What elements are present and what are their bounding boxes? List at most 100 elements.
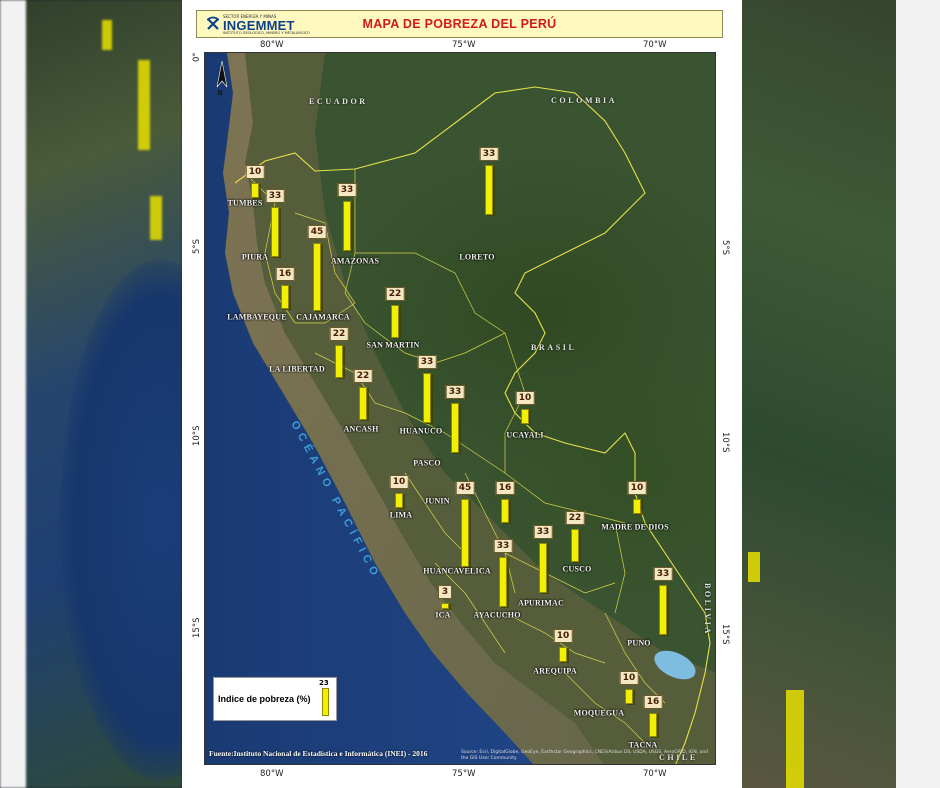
country-label-bolivia: BOLIVIA: [703, 583, 712, 636]
region-label: HUANCAVELICA: [423, 566, 491, 576]
poverty-bar: [633, 499, 641, 515]
axis-right-label: 5°S: [720, 240, 730, 256]
value-tag: 45: [455, 481, 475, 495]
poverty-bar: [423, 373, 431, 424]
value-tag: 22: [565, 511, 585, 525]
region-label: APURIMAC: [517, 598, 565, 608]
value-tag: 16: [275, 267, 295, 281]
country-label-colombia: COLOMBIA: [551, 96, 618, 105]
value-tag: 33: [265, 189, 285, 203]
axis-right-label: 15°S: [720, 624, 730, 645]
map-base: N: [205, 53, 715, 764]
region-label: PASCO: [413, 458, 441, 468]
region-label: AYACUCHO: [473, 610, 521, 620]
axis-left-label: 5°S: [192, 238, 202, 254]
axis-right-label: 10°S: [720, 432, 730, 453]
region-label: AREQUIPA: [533, 666, 577, 676]
map-title: MAPA DE POBREZA DEL PERÚ: [362, 17, 557, 31]
legend-sample-value: 23: [319, 679, 329, 687]
poverty-bar: [451, 403, 459, 454]
axis-left-label: 15°S: [192, 617, 202, 638]
map-sheet: SECTOR ENERGÍA Y MINAS INGEMMET INSTITUT…: [182, 0, 742, 788]
region-label: ICA: [435, 610, 451, 620]
region-label: HUANUCO: [399, 426, 443, 436]
region-label: TACNA: [628, 740, 658, 750]
axis-top-label: 75°W: [452, 40, 476, 50]
poverty-bar: [559, 647, 567, 663]
axis-top-label: 70°W: [643, 40, 667, 50]
axis-bottom-label: 70°W: [643, 769, 667, 779]
poverty-bar: [539, 543, 547, 594]
poverty-bar: [343, 201, 351, 252]
imagery-credits: Source: Esri, DigitalGlobe, GeoEye, Eart…: [461, 750, 709, 761]
value-tag: 16: [495, 481, 515, 495]
poverty-bar: [251, 183, 259, 199]
poverty-bar: [461, 499, 469, 568]
region-label: LIMA: [389, 510, 413, 520]
region-label: MOQUEGUA: [573, 708, 625, 718]
region-label: JUNIN: [424, 496, 450, 506]
region-label: LAMBAYEQUE: [227, 312, 287, 322]
org-subtitle: INSTITUTO GEOLÓGICO, MINERO Y METALÚRGIC…: [223, 31, 310, 35]
poverty-bar: [571, 529, 579, 563]
value-tag: 33: [493, 539, 513, 553]
value-tag: 45: [307, 225, 327, 239]
region-label: LORETO: [459, 252, 495, 262]
value-tag: 22: [385, 287, 405, 301]
legend-bar: [322, 688, 329, 716]
poverty-bar: [281, 285, 289, 310]
poverty-bar: [625, 689, 633, 705]
region-label: CAJAMARCA: [296, 312, 350, 322]
title-banner: SECTOR ENERGÍA Y MINAS INGEMMET INSTITUT…: [196, 10, 723, 38]
value-tag: 22: [353, 369, 373, 383]
value-tag: 33: [653, 567, 673, 581]
poverty-bar: [391, 305, 399, 339]
poverty-bar: [521, 409, 529, 425]
value-tag: 22: [329, 327, 349, 341]
blurred-backdrop-right: [742, 0, 940, 788]
value-tag: 10: [619, 671, 639, 685]
poverty-bar: [501, 499, 509, 524]
region-label: ANCASH: [343, 424, 379, 434]
peru-map: N ECUADOR COLOMBIA BRASIL BOLIVIA CHILE …: [204, 52, 716, 765]
value-tag: 10: [389, 475, 409, 489]
region-label: SAN MARTIN: [366, 340, 420, 350]
region-label: UCAYALI: [506, 430, 544, 440]
axis-bottom-label: 80°W: [260, 769, 284, 779]
region-label: MADRE DE DIOS: [601, 522, 669, 532]
country-label-brasil: BRASIL: [531, 343, 577, 352]
poverty-bar: [395, 493, 403, 509]
value-tag: 33: [479, 147, 499, 161]
value-tag: 10: [245, 165, 265, 179]
axis-top-label: 80°W: [260, 40, 284, 50]
value-tag: 33: [533, 525, 553, 539]
poverty-bar: [649, 713, 657, 738]
region-label: TUMBES: [227, 198, 263, 208]
poverty-bar: [335, 345, 343, 379]
value-tag: 10: [515, 391, 535, 405]
poverty-bar: [359, 387, 367, 421]
legend-label: Indice de pobreza (%): [218, 694, 311, 704]
region-label: LA LIBERTAD: [269, 364, 325, 374]
value-tag: 10: [627, 481, 647, 495]
value-tag: 3: [438, 585, 452, 599]
svg-text:N: N: [218, 90, 223, 97]
country-label-ecuador: ECUADOR: [309, 97, 368, 106]
source-note: Fuente:Instituto Nacional de Estadística…: [209, 749, 428, 758]
poverty-bar: [659, 585, 667, 636]
axis-bottom-label: 75°W: [452, 769, 476, 779]
poverty-bar: [313, 243, 321, 312]
value-tag: 33: [337, 183, 357, 197]
region-label: CUSCO: [562, 564, 592, 574]
axis-left-label: 0°: [192, 52, 202, 62]
poverty-bar: [499, 557, 507, 608]
poverty-bar: [441, 603, 449, 609]
value-tag: 10: [553, 629, 573, 643]
value-tag: 16: [643, 695, 663, 709]
region-label: PIURA: [241, 252, 269, 262]
axis-left-label: 10°S: [192, 425, 202, 446]
region-label: AMAZONAS: [330, 256, 380, 266]
blurred-backdrop-left: [0, 0, 182, 788]
legend: Indice de pobreza (%) 23: [213, 677, 337, 721]
value-tag: 33: [417, 355, 437, 369]
